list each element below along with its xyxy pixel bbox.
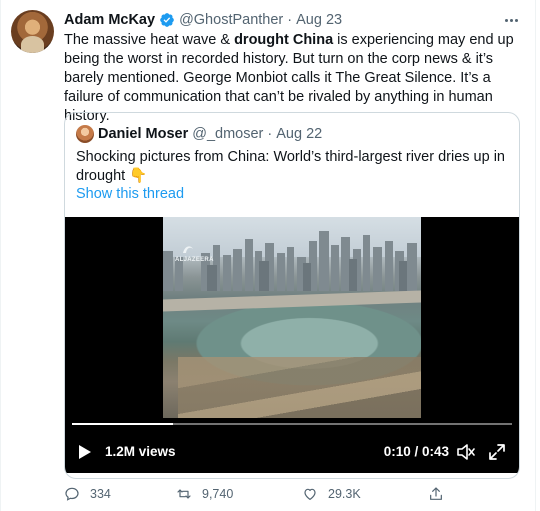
separator-dot: · [287,12,293,28]
retweet-button[interactable]: 9,740 [176,483,233,505]
tweet-text-part1: The massive heat wave & [64,32,235,48]
like-button[interactable]: 29.3K [302,483,361,505]
reply-button[interactable]: 334 [64,483,111,505]
aljazeera-logo-icon [183,246,193,253]
video-player[interactable]: ALJAZEERA 1.2M views 0:10 / 0:43 [65,217,519,473]
progress-bar[interactable] [72,423,512,425]
pointing-down-emoji: 👇 [129,168,148,184]
tweet-date[interactable]: Aug 23 [296,12,342,28]
quoted-text: Shocking pictures from China: World’s th… [76,148,506,186]
like-count: 29.3K [328,487,361,501]
tweet-header: Adam McKay @GhostPanther · Aug 23 [64,11,342,29]
tweet[interactable]: Adam McKay @GhostPanther · Aug 23 The ma… [0,0,540,511]
quoted-date[interactable]: Aug 22 [276,126,322,142]
more-options-icon[interactable] [502,13,520,27]
author-handle[interactable]: @GhostPanther [179,12,283,28]
quoted-avatar[interactable] [76,125,94,143]
aljazeera-watermark: ALJAZEERA [175,243,214,265]
avatar[interactable] [11,10,54,53]
quoted-author-name[interactable]: Daniel Moser [98,126,188,142]
reply-icon [65,487,79,501]
retweet-icon [177,489,191,499]
quoted-header: Daniel Moser @_dmoser · Aug 22 [98,125,322,143]
verified-badge-icon [160,13,174,27]
dry-riverbed [178,357,421,418]
play-icon[interactable] [79,445,91,459]
quoted-tweet[interactable]: Daniel Moser @_dmoser · Aug 22 Shocking … [64,112,520,479]
mute-icon[interactable] [456,443,476,461]
tweet-actions: 334 9,740 29.3K [64,483,464,505]
tweet-text-bold: drought China [234,32,334,48]
video-frame: ALJAZEERA [163,217,421,418]
video-time: 0:10 / 0:43 [383,444,449,459]
share-icon [430,487,442,500]
heart-icon [304,488,316,500]
video-controls: 1.2M views 0:10 / 0:43 [65,437,519,467]
timeline-border-left [0,0,1,511]
retweet-count: 9,740 [202,487,234,501]
view-count: 1.2M views [105,444,176,459]
quoted-author-handle[interactable]: @_dmoser [192,126,263,142]
timeline-border-right [535,0,536,511]
watermark-text: ALJAZEERA [175,257,214,263]
author-name[interactable]: Adam McKay [64,12,155,28]
show-thread-link[interactable]: Show this thread [76,186,184,202]
fullscreen-icon[interactable] [488,443,506,461]
quoted-separator-dot: · [267,126,273,142]
progress-fill [72,423,174,425]
share-button[interactable] [428,483,454,505]
reply-count: 334 [90,487,111,501]
